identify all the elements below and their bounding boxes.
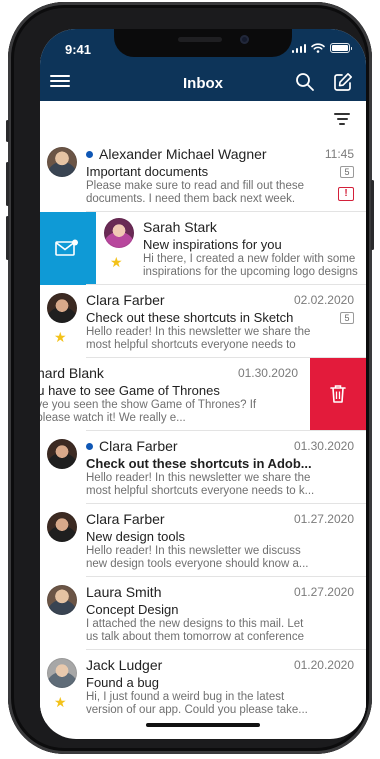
- battery-icon: [330, 43, 352, 53]
- message-row[interactable]: ★ Jack Ludger 01.20.2020 Found a bug Hi,…: [40, 650, 366, 723]
- message-preview: Hi, I just found a weird bug in the late…: [86, 691, 308, 716]
- message-date: 01.30.2020: [293, 439, 354, 453]
- search-icon[interactable]: [294, 71, 316, 93]
- avatar: [47, 585, 77, 615]
- message-row[interactable]: chard Blank 01.30.2020 ou have to see Ga…: [40, 358, 366, 431]
- sender-name: Clara Farber: [86, 292, 165, 308]
- compose-icon[interactable]: [332, 71, 354, 93]
- avatar: [47, 439, 77, 469]
- filter-icon[interactable]: [332, 111, 352, 129]
- sender-label: Clara Farber: [99, 438, 178, 454]
- message-preview: Hi there, I created a new folder with so…: [143, 253, 358, 278]
- unread-dot: [86, 150, 93, 158]
- sender-label: Alexander Michael Wagner: [99, 146, 267, 162]
- sender-name: Jack Ludger: [86, 657, 163, 673]
- message-date: 01.30.2020: [237, 366, 298, 380]
- message-subject: Check out these shortcuts in Adob...: [86, 456, 312, 471]
- message-content[interactable]: chard Blank 01.30.2020 ou have to see Ga…: [40, 358, 310, 431]
- device-notch: [114, 29, 292, 57]
- page-title: Inbox: [183, 75, 223, 92]
- message-subject: Check out these shortcuts in Sketch: [86, 310, 294, 325]
- status-icons: [291, 43, 352, 53]
- avatar: [47, 293, 77, 323]
- sender-name: Alexander Michael Wagner: [86, 146, 267, 162]
- app-header: 9:41 Inbox: [40, 29, 366, 101]
- sender-name: Clara Farber: [86, 511, 165, 527]
- star-icon[interactable]: ★: [54, 330, 67, 344]
- mute-switch: [6, 120, 9, 142]
- cellular-signal-icon: [291, 43, 306, 53]
- message-content[interactable]: Laura Smith 01.27.2020 Concept Design I …: [40, 577, 366, 650]
- avatar: [104, 218, 134, 248]
- status-time: 9:41: [65, 42, 92, 57]
- app-screen: 9:41 Inbox Alexander Michael Wagner 11:4…: [40, 29, 366, 739]
- message-row[interactable]: ★ Sarah Stark New inspirations for you H…: [40, 212, 366, 285]
- sender-name: Laura Smith: [86, 584, 162, 600]
- home-indicator[interactable]: [146, 723, 260, 727]
- sender-name: Sarah Stark: [143, 219, 217, 235]
- star-icon[interactable]: ★: [54, 695, 67, 709]
- volume-up-button: [6, 162, 9, 206]
- message-row[interactable]: Clara Farber 01.30.2020 Check out these …: [40, 431, 366, 504]
- filter-bar: [40, 101, 366, 139]
- message-preview: ave you seen the show Game of Thrones? I…: [40, 399, 257, 424]
- thread-count-badge: 5: [340, 312, 354, 324]
- message-content[interactable]: Clara Farber 01.27.2020 New design tools…: [40, 504, 366, 577]
- message-subject: ou have to see Game of Thrones: [40, 383, 220, 398]
- power-button: [371, 180, 374, 250]
- message-preview: Hello reader! In this newsletter we shar…: [86, 472, 315, 497]
- message-content[interactable]: Alexander Michael Wagner 11:45 Important…: [40, 139, 366, 212]
- message-preview: Hello reader! In this newsletter we disc…: [86, 545, 309, 570]
- message-subject: Important documents: [86, 164, 209, 179]
- avatar: [47, 658, 77, 688]
- avatar: [47, 512, 77, 542]
- message-subject: Found a bug: [86, 675, 160, 690]
- sender-name: Clara Farber: [86, 438, 178, 454]
- message-date: 02.02.2020: [293, 293, 354, 307]
- message-row[interactable]: Laura Smith 01.27.2020 Concept Design I …: [40, 577, 366, 650]
- message-row[interactable]: Alexander Michael Wagner 11:45 Important…: [40, 139, 366, 212]
- delete-action[interactable]: [310, 358, 366, 431]
- mail-icon: [55, 239, 78, 256]
- message-subject: New inspirations for you: [143, 237, 282, 252]
- speaker-grille: [178, 37, 222, 42]
- sender-name: chard Blank: [40, 365, 104, 381]
- message-row[interactable]: Clara Farber 01.27.2020 New design tools…: [40, 504, 366, 577]
- front-camera: [240, 35, 249, 44]
- message-content[interactable]: Clara Farber 01.30.2020 Check out these …: [40, 431, 366, 504]
- message-content[interactable]: ★ Jack Ludger 01.20.2020 Found a bug Hi,…: [40, 650, 366, 723]
- message-row[interactable]: ★ Clara Farber 02.02.2020 Check out thes…: [40, 285, 366, 358]
- message-preview: Please make sure to read and fill out th…: [86, 180, 304, 205]
- message-date: 11:45: [324, 147, 354, 161]
- trash-icon: [330, 385, 346, 403]
- mark-read-action[interactable]: [40, 212, 96, 285]
- wifi-icon: [311, 43, 325, 53]
- volume-down-button: [6, 216, 9, 260]
- message-date: 01.20.2020: [293, 658, 354, 672]
- message-date: 01.27.2020: [293, 585, 354, 599]
- phone-frame: 9:41 Inbox Alexander Michael Wagner 11:4…: [6, 2, 374, 754]
- message-content[interactable]: ★ Clara Farber 02.02.2020 Check out thes…: [40, 285, 366, 358]
- avatar: [47, 147, 77, 177]
- message-list: Alexander Michael Wagner 11:45 Important…: [40, 139, 366, 723]
- message-date: 01.27.2020: [293, 512, 354, 526]
- thread-count-badge: 5: [340, 166, 354, 178]
- message-subject: Concept Design: [86, 602, 179, 617]
- message-preview: Hello reader! In this newsletter we shar…: [86, 326, 311, 351]
- message-content[interactable]: ★ Sarah Stark New inspirations for you H…: [96, 212, 366, 285]
- star-icon[interactable]: ★: [110, 255, 123, 269]
- message-preview: I attached the new designs to this mail.…: [86, 618, 304, 643]
- unread-dot: [86, 442, 93, 450]
- priority-icon: !: [338, 187, 354, 201]
- message-subject: New design tools: [86, 529, 185, 544]
